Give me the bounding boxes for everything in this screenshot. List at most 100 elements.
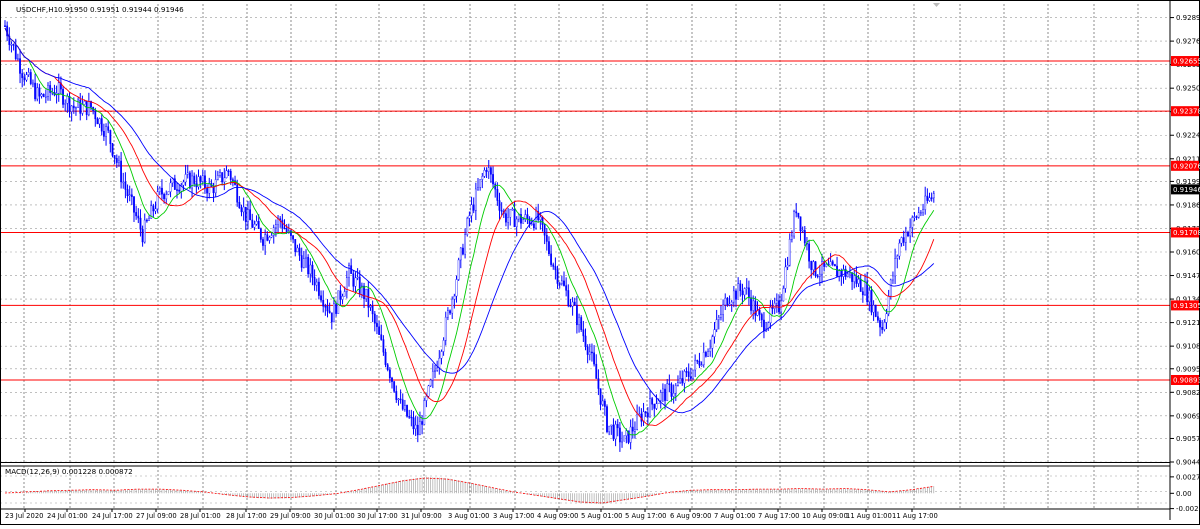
price-candle: [821, 253, 823, 284]
candle-body: [778, 300, 780, 313]
price-candle: [578, 313, 580, 333]
candle-body: [797, 212, 800, 217]
candle-body: [793, 211, 795, 237]
price-candle: [898, 239, 901, 260]
candle-body: [651, 398, 654, 405]
candle-body: [644, 411, 647, 414]
candle-body: [388, 369, 391, 379]
candle-body: [743, 288, 746, 296]
price-candle: [401, 393, 404, 411]
candle-body: [801, 229, 804, 232]
candle-body: [444, 316, 447, 341]
candle-body: [356, 276, 359, 279]
candle-body: [560, 280, 563, 284]
price-candle: [920, 210, 922, 217]
price-candle: [451, 296, 454, 320]
price-candle: [670, 382, 673, 402]
price-candle: [17, 53, 19, 61]
price-candle: [870, 286, 873, 316]
price-candle: [77, 97, 80, 108]
candle-body: [709, 347, 712, 352]
candle-body: [569, 305, 572, 308]
candle-body: [188, 172, 191, 189]
candle-body: [324, 306, 327, 308]
candle-body: [889, 279, 892, 297]
candle-body: [268, 236, 271, 241]
candle-body: [711, 336, 714, 349]
candle-body: [902, 237, 905, 243]
candle-body: [326, 306, 329, 312]
price-candle: [788, 233, 791, 267]
price-candle: [120, 151, 123, 189]
price-candle: [756, 301, 759, 317]
price-candle: [118, 155, 120, 167]
price-candle: [262, 236, 264, 251]
level-badge-label: 0.90893: [1173, 376, 1200, 384]
price-candle: [32, 79, 34, 88]
price-candle: [500, 202, 503, 216]
candle-body: [244, 206, 247, 223]
candle-body: [565, 285, 568, 291]
price-candle: [305, 249, 307, 268]
price-candle: [505, 208, 507, 227]
price-candle: [606, 404, 608, 434]
price-candle: [34, 73, 37, 102]
price-candle: [259, 227, 262, 243]
chart-canvas[interactable]: 0.928950.927650.926350.925050.923750.922…: [0, 0, 1200, 525]
candle-body: [810, 261, 813, 270]
price-candle: [732, 285, 735, 308]
price-candle: [612, 418, 615, 442]
candle-body: [735, 290, 737, 300]
price-candle: [361, 282, 363, 299]
candle-body: [419, 421, 421, 436]
candle-body: [646, 412, 649, 418]
price-candle: [391, 376, 393, 389]
level-badge-label: 0.91708: [1173, 229, 1200, 237]
candle-body: [545, 235, 548, 242]
price-candle: [326, 299, 329, 318]
trading-chart[interactable]: 0.928950.927650.926350.925050.923750.922…: [0, 0, 1200, 525]
candle-body: [57, 82, 60, 94]
price-candle: [485, 167, 488, 179]
price-candle: [201, 169, 204, 185]
candle-body: [816, 275, 819, 278]
price-candle: [186, 164, 189, 179]
candle-body: [892, 275, 894, 281]
price-candle: [586, 344, 589, 364]
candle-body: [283, 227, 286, 230]
price-candle: [459, 247, 462, 269]
price-candle: [85, 100, 88, 121]
price-candle: [851, 272, 854, 290]
price-candle: [330, 312, 333, 330]
price-candle: [277, 215, 279, 233]
candle-body: [674, 385, 677, 394]
candle-body: [395, 391, 398, 400]
price-candle: [672, 384, 675, 404]
price-candle: [410, 409, 413, 427]
candle-body: [167, 191, 170, 195]
price-candle: [653, 403, 656, 417]
candle-body: [597, 378, 600, 389]
price-candle: [642, 402, 645, 426]
price-candle: [328, 302, 331, 314]
price-candle: [619, 422, 621, 452]
price-candle: [631, 418, 634, 439]
candle-body: [376, 323, 378, 327]
candle-body: [107, 126, 110, 131]
candle-body: [161, 187, 163, 195]
price-candle: [864, 273, 866, 296]
price-candle: [588, 343, 591, 361]
price-candle: [419, 411, 421, 436]
candle-body: [38, 87, 41, 97]
price-candle: [109, 129, 112, 153]
candle-body: [468, 215, 471, 219]
price-candle: [737, 277, 740, 300]
candle-body: [477, 187, 479, 190]
price-candle: [470, 196, 473, 223]
price-candle: [541, 215, 544, 232]
candle-body: [808, 243, 811, 262]
price-candle: [380, 324, 383, 341]
price-candle: [161, 179, 163, 200]
price-candle: [21, 69, 24, 88]
candle-body: [401, 399, 404, 410]
